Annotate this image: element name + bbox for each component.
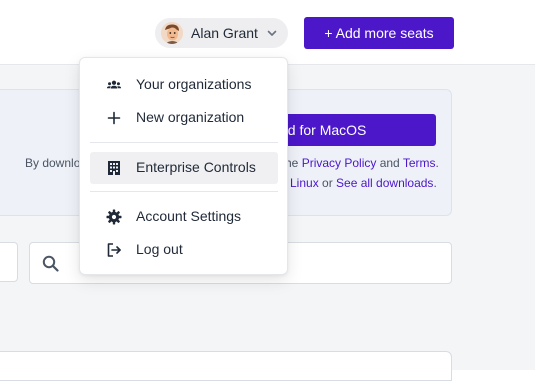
- download-disclaimer-prefix: By downlo: [25, 156, 81, 170]
- menu-item-label: Enterprise Controls: [136, 159, 256, 175]
- menu-divider: [90, 142, 278, 143]
- legal-period: .: [435, 156, 439, 170]
- download-macos-label: nd for MacOS: [280, 122, 367, 138]
- avatar: [161, 22, 183, 44]
- user-menu-button[interactable]: Alan Grant: [155, 18, 288, 48]
- terms-link[interactable]: Terms: [403, 156, 436, 170]
- menu-item-label: Log out: [136, 241, 183, 257]
- menu-item-account-settings[interactable]: Account Settings: [90, 201, 278, 233]
- add-seats-button[interactable]: + Add more seats: [304, 17, 454, 49]
- chevron-down-icon: [266, 27, 278, 39]
- menu-divider: [90, 191, 278, 192]
- filter-dropdown[interactable]: [0, 242, 18, 282]
- top-bar: Alan Grant + Add more seats: [0, 0, 535, 65]
- user-dropdown-menu: Your organizations New organization Ente…: [79, 57, 288, 275]
- menu-item-your-organizations[interactable]: Your organizations: [90, 69, 278, 101]
- logout-icon: [106, 242, 122, 258]
- building-icon: [106, 160, 122, 176]
- download-macos-button[interactable]: nd for MacOS: [270, 114, 436, 146]
- user-name: Alan Grant: [191, 25, 258, 41]
- linux-link[interactable]: Linux: [290, 176, 319, 190]
- menu-item-enterprise-controls[interactable]: Enterprise Controls: [90, 152, 278, 184]
- table-container: [0, 351, 452, 381]
- privacy-policy-link[interactable]: Privacy Policy: [302, 156, 377, 170]
- platform-or-text: or: [318, 176, 337, 190]
- plus-icon: [106, 110, 122, 126]
- menu-item-log-out[interactable]: Log out: [90, 234, 278, 266]
- platform-period: .: [433, 176, 437, 190]
- menu-item-label: Your organizations: [136, 76, 252, 92]
- all-downloads-link[interactable]: See all downloads: [336, 176, 433, 190]
- add-seats-label: + Add more seats: [324, 25, 434, 41]
- people-icon: [106, 77, 122, 93]
- gear-icon: [106, 209, 122, 225]
- legal-line: he Privacy Policy and Terms.: [285, 156, 439, 170]
- search-icon: [42, 255, 59, 272]
- menu-item-label: Account Settings: [136, 208, 242, 224]
- menu-item-label: New organization: [136, 109, 245, 125]
- platform-links: Linux or See all downloads.: [290, 176, 437, 190]
- menu-item-new-organization[interactable]: New organization: [90, 102, 278, 134]
- legal-and-text: and: [376, 156, 403, 170]
